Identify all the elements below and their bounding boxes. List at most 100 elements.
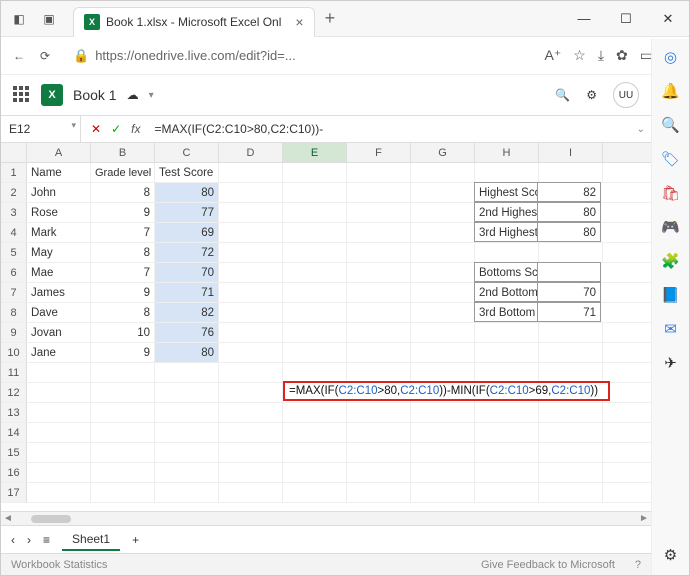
cell-B14[interactable] <box>91 423 155 442</box>
feedback-button[interactable]: Give Feedback to Microsoft <box>481 559 615 571</box>
cell-A1[interactable]: Name <box>27 163 91 182</box>
cell-B13[interactable] <box>91 403 155 422</box>
accept-formula-icon[interactable]: ✓ <box>111 122 121 136</box>
cell-A14[interactable] <box>27 423 91 442</box>
cell-I3[interactable]: 80 <box>537 202 601 222</box>
row-header-12[interactable]: 12 <box>1 383 27 402</box>
row-header-6[interactable]: 6 <box>1 263 27 282</box>
row-header-7[interactable]: 7 <box>1 283 27 302</box>
cell-B6[interactable]: 7 <box>91 263 155 282</box>
cell-G2[interactable] <box>411 183 475 202</box>
cell-I9[interactable] <box>539 323 603 342</box>
read-aloud-icon[interactable]: A⁺ <box>545 47 562 64</box>
cell-C3[interactable]: 77 <box>155 203 219 222</box>
cell-C10[interactable]: 80 <box>155 343 219 362</box>
close-tab-icon[interactable]: × <box>295 14 303 30</box>
cell-I17[interactable] <box>539 483 603 502</box>
cell-F4[interactable] <box>347 223 411 242</box>
row-header-10[interactable]: 10 <box>1 343 27 362</box>
cell-D3[interactable] <box>219 203 283 222</box>
formula-input[interactable]: =MAX(IF(C2:C10>80,C2:C10))- <box>150 122 630 136</box>
cell-A6[interactable]: Mae <box>27 263 91 282</box>
horizontal-scrollbar[interactable]: ◄ ► <box>1 511 651 525</box>
row-header-11[interactable]: 11 <box>1 363 27 382</box>
send-icon[interactable]: ✈ <box>661 353 681 373</box>
office-icon[interactable]: 📘 <box>661 285 681 305</box>
cell-I14[interactable] <box>539 423 603 442</box>
cell-B15[interactable] <box>91 443 155 462</box>
cell-H13[interactable] <box>475 403 539 422</box>
cell-H14[interactable] <box>475 423 539 442</box>
cell-B3[interactable]: 9 <box>91 203 155 222</box>
cell-E2[interactable] <box>283 183 347 202</box>
cell-I15[interactable] <box>539 443 603 462</box>
user-avatar[interactable]: UU <box>613 82 639 108</box>
cell-D7[interactable] <box>219 283 283 302</box>
cell-D14[interactable] <box>219 423 283 442</box>
cell-F11[interactable] <box>347 363 411 382</box>
cell-A11[interactable] <box>27 363 91 382</box>
col-header-D[interactable]: D <box>219 143 283 162</box>
cell-H10[interactable] <box>475 343 539 362</box>
add-sheet-button[interactable]: + <box>132 533 139 547</box>
prev-sheet-icon[interactable]: ‹ <box>11 533 15 547</box>
cell-G9[interactable] <box>411 323 475 342</box>
cancel-formula-icon[interactable]: ✕ <box>91 122 101 136</box>
cell-E1[interactable] <box>283 163 347 182</box>
cell-D2[interactable] <box>219 183 283 202</box>
cell-B8[interactable]: 8 <box>91 303 155 322</box>
cell-C8[interactable]: 82 <box>155 303 219 322</box>
scroll-left-icon[interactable]: ◄ <box>1 513 15 524</box>
url-field[interactable]: 🔒 https://onedrive.live.com/edit?id=... <box>63 48 535 64</box>
cell-A13[interactable] <box>27 403 91 422</box>
cell-G3[interactable] <box>411 203 475 222</box>
app-launcher-icon[interactable] <box>13 86 31 104</box>
cell-H17[interactable] <box>475 483 539 502</box>
cell-C17[interactable] <box>155 483 219 502</box>
row-header-9[interactable]: 9 <box>1 323 27 342</box>
search-icon[interactable]: 🔍 <box>555 88 570 102</box>
cell-F2[interactable] <box>347 183 411 202</box>
row-header-8[interactable]: 8 <box>1 303 27 322</box>
cell-E10[interactable] <box>283 343 347 362</box>
all-sheets-icon[interactable]: ≡ <box>43 533 50 547</box>
cell-B16[interactable] <box>91 463 155 482</box>
cell-C6[interactable]: 70 <box>155 263 219 282</box>
cell-C16[interactable] <box>155 463 219 482</box>
cell-H3[interactable]: 2nd Highest <box>474 202 538 222</box>
star-icon[interactable]: ☆ <box>573 47 586 64</box>
copilot-icon[interactable]: ◎ <box>661 47 681 67</box>
new-tab-button[interactable]: + <box>325 8 336 29</box>
refresh-button[interactable]: ⟳ <box>37 48 53 64</box>
workbook-stats-button[interactable]: Workbook Statistics <box>11 559 107 571</box>
cell-D17[interactable] <box>219 483 283 502</box>
col-header-I[interactable]: I <box>539 143 603 162</box>
sidebar-settings-icon[interactable]: ⚙ <box>661 545 681 565</box>
cell-D13[interactable] <box>219 403 283 422</box>
cell-I16[interactable] <box>539 463 603 482</box>
cell-H6[interactable]: Bottoms Score <box>474 262 538 282</box>
name-box-caret-icon[interactable]: ▾ <box>71 120 76 131</box>
minimize-button[interactable]: — <box>563 1 605 37</box>
cell-A7[interactable]: James <box>27 283 91 302</box>
cell-E4[interactable] <box>283 223 347 242</box>
row-header-4[interactable]: 4 <box>1 223 27 242</box>
col-header-B[interactable]: B <box>91 143 155 162</box>
cell-I5[interactable] <box>539 243 603 262</box>
close-window-button[interactable]: ✕ <box>647 1 689 37</box>
scroll-right-icon[interactable]: ► <box>637 513 651 524</box>
cell-C11[interactable] <box>155 363 219 382</box>
cell-I10[interactable] <box>539 343 603 362</box>
cell-F15[interactable] <box>347 443 411 462</box>
cell-E17[interactable] <box>283 483 347 502</box>
cell-B7[interactable]: 9 <box>91 283 155 302</box>
col-header-A[interactable]: A <box>27 143 91 162</box>
tabs-icon[interactable]: ▣ <box>41 11 57 27</box>
row-header-14[interactable]: 14 <box>1 423 27 442</box>
maximize-button[interactable]: ☐ <box>605 1 647 37</box>
bell-icon[interactable]: 🔔 <box>661 81 681 101</box>
cell-D10[interactable] <box>219 343 283 362</box>
cell-F5[interactable] <box>347 243 411 262</box>
cell-F14[interactable] <box>347 423 411 442</box>
cell-G10[interactable] <box>411 343 475 362</box>
